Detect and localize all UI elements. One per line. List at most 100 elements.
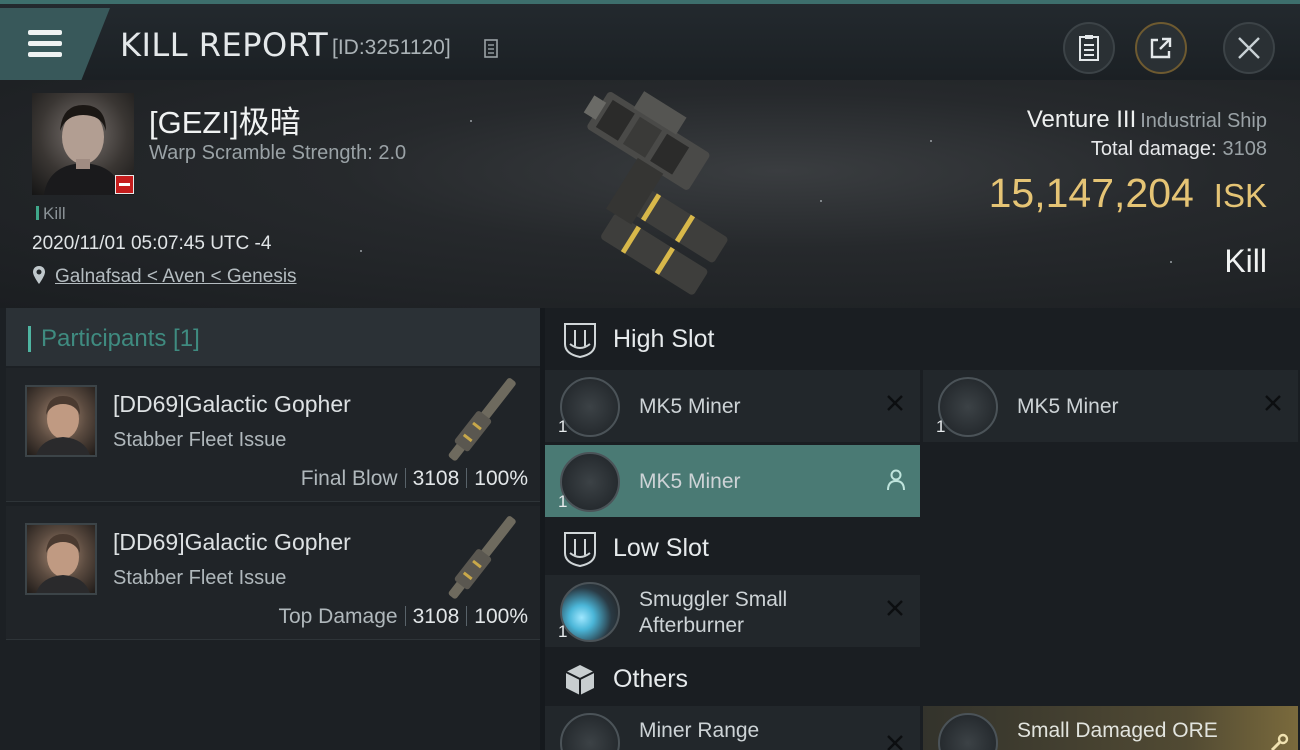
kill-result: Kill — [1224, 243, 1267, 279]
participant-name[interactable]: [DD69]Galactic Gopher — [113, 391, 351, 418]
low-slot-label: Low Slot — [613, 534, 709, 562]
destroyed-x-icon — [887, 735, 903, 750]
person-icon — [887, 469, 905, 491]
module-qty: 1 — [558, 417, 568, 436]
star — [360, 250, 362, 252]
module-name: MK5 Miner — [639, 470, 741, 493]
copy-icon[interactable] — [484, 39, 500, 59]
ship-name[interactable]: Venture III — [1027, 106, 1136, 133]
others-label: Others — [613, 665, 689, 693]
kill-location-link[interactable]: Galnafsad < Aven < Genesis — [55, 266, 297, 288]
star — [820, 200, 822, 202]
module-name-line-1: Smuggler Small — [639, 588, 788, 611]
module-qty: 1 — [936, 417, 946, 436]
miner-range-module-icon — [560, 713, 620, 750]
module-slot[interactable]: 1 MK5 Miner — [545, 370, 920, 442]
close-button[interactable] — [1223, 22, 1275, 74]
kill-tag-label: Kill — [43, 204, 66, 223]
report-id: [ID:3251120] — [332, 36, 451, 59]
module-qty: 1 — [558, 622, 568, 641]
module-name: Miner Range — [639, 719, 760, 742]
top-bar: KILL REPORT [ID:3251120] — [0, 0, 1300, 80]
cube-icon — [565, 665, 595, 695]
participant-stats: Final Blow 3108 100% — [301, 467, 528, 491]
isk-value: 15,147,204 ISK — [989, 170, 1267, 217]
ore-module-icon — [938, 713, 998, 750]
low-slot-header: Low Slot — [545, 517, 1300, 579]
high-slot-label: High Slot — [613, 325, 715, 353]
star — [470, 120, 472, 122]
module-name: MK5 Miner — [1017, 395, 1119, 418]
total-damage: Total damage: 3108 — [1091, 138, 1267, 161]
participant-role: Final Blow — [300, 467, 398, 490]
stat-divider — [466, 468, 468, 488]
participant-portrait-image — [36, 534, 90, 593]
high-slot-header: High Slot — [545, 308, 1300, 370]
participant-ship: Stabber Fleet Issue — [113, 567, 287, 589]
ship-render — [583, 91, 728, 295]
participants-header-accent — [28, 326, 31, 352]
clipboard-icon — [1079, 35, 1099, 61]
clipboard-button[interactable] — [1063, 22, 1115, 74]
fitting-panel: High Slot 1 MK5 Miner 1 MK5 Miner 1 MK5 … — [545, 308, 1300, 750]
weapon-icon — [448, 378, 516, 461]
participant-ship: Stabber Fleet Issue — [113, 429, 287, 451]
participant-card[interactable]: [DD69]Galactic Gopher Stabber Fleet Issu… — [6, 506, 540, 640]
isk-amount: 15,147,204 — [988, 170, 1194, 216]
participant-card[interactable]: [DD69]Galactic Gopher Stabber Fleet Issu… — [6, 368, 540, 502]
destroyed-x-icon — [887, 395, 903, 411]
kill-datetime: 2020/11/01 05:07:45 UTC -4 — [32, 233, 272, 254]
loss-badge — [115, 175, 134, 194]
share-icon — [1150, 37, 1172, 59]
participant-name[interactable]: [DD69]Galactic Gopher — [113, 529, 351, 556]
participant-avatar[interactable] — [25, 385, 97, 457]
kill-tag-marker — [36, 206, 39, 220]
participant-role: Top Damage — [278, 605, 398, 628]
share-button[interactable] — [1135, 22, 1187, 74]
weapon-icon — [448, 516, 516, 599]
module-name: MK5 Miner — [639, 395, 741, 418]
star — [1170, 261, 1172, 263]
participant-percent: 100% — [474, 467, 528, 490]
destroyed-x-icon — [887, 600, 903, 616]
low-slot-icon — [564, 532, 596, 567]
module-slot[interactable]: Small Damaged ORE — [923, 706, 1298, 750]
module-slot[interactable]: 1 MK5 Miner — [545, 445, 920, 517]
star — [930, 140, 932, 142]
afterburner-module-icon — [560, 582, 620, 642]
ship-class: Industrial Ship — [1140, 110, 1267, 132]
module-name: Smuggler Small Afterburner — [639, 587, 787, 639]
menu-icon — [28, 30, 62, 35]
wrench-icon — [1270, 733, 1289, 750]
kill-tag: Kill — [36, 204, 66, 224]
page-title: KILL REPORT — [120, 26, 329, 64]
others-header: Others — [545, 648, 1300, 710]
isk-unit: ISK — [1213, 177, 1267, 214]
module-slot[interactable]: Miner Range — [545, 706, 920, 750]
module-name: Small Damaged ORE — [1017, 719, 1218, 742]
participant-avatar[interactable] — [25, 523, 97, 595]
victim-subtitle: Warp Scramble Strength: 2.0 — [149, 142, 407, 164]
stat-divider — [466, 606, 468, 626]
menu-icon-bar — [28, 41, 62, 46]
participant-stats: Top Damage 3108 100% — [278, 605, 528, 629]
ship-info: Venture III Industrial Ship — [1027, 106, 1267, 134]
participant-damage: 3108 — [412, 467, 460, 490]
miner-module-icon — [938, 377, 998, 437]
module-qty: 1 — [558, 492, 568, 511]
victim-name[interactable]: [GEZI]极暗 — [149, 97, 301, 142]
victim-banner: [GEZI]极暗 Warp Scramble Strength: 2.0 Kil… — [0, 80, 1300, 308]
total-damage-value: 3108 — [1222, 138, 1268, 160]
miner-module-icon — [560, 377, 620, 437]
total-damage-label: Total damage: — [1090, 138, 1217, 160]
destroyed-x-icon — [1265, 395, 1281, 411]
module-slot[interactable]: 1 MK5 Miner — [923, 370, 1298, 442]
participants-title: Participants [1] — [41, 325, 200, 352]
module-slot[interactable]: 1 Smuggler Small Afterburner — [545, 575, 920, 647]
miner-module-icon — [560, 452, 620, 512]
stat-divider — [404, 468, 406, 488]
participants-header: Participants [1] — [6, 308, 540, 366]
high-slot-icon — [564, 323, 596, 358]
menu-button[interactable] — [0, 8, 110, 80]
close-icon — [1238, 37, 1260, 59]
